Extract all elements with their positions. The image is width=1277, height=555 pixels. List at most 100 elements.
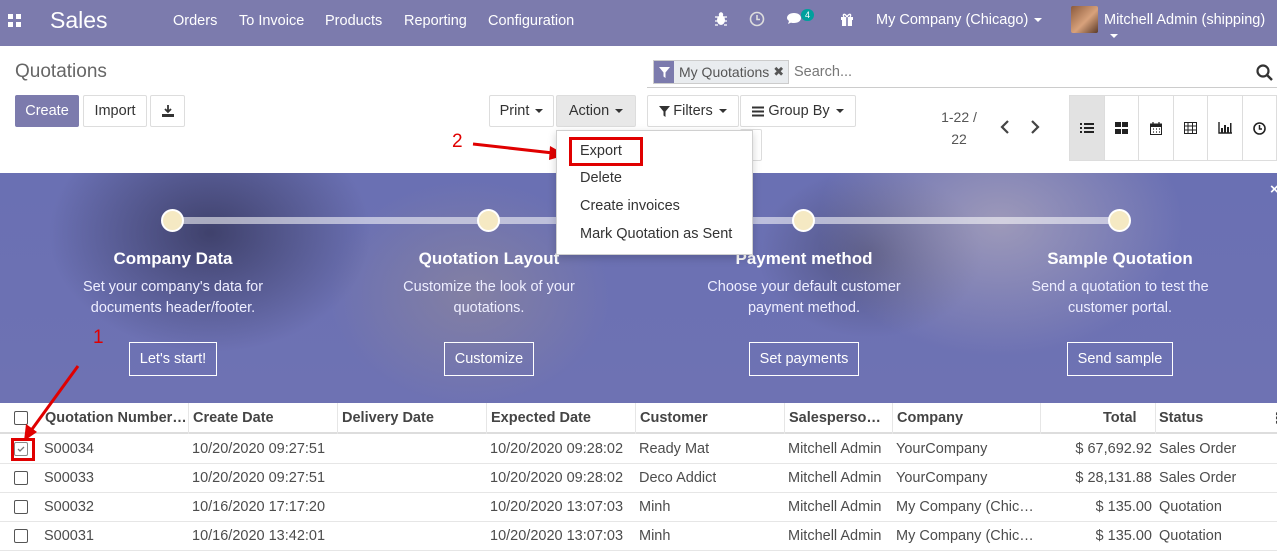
search-input[interactable]: Search... bbox=[794, 64, 852, 80]
action-label: Action bbox=[568, 103, 610, 119]
activity-view-icon[interactable] bbox=[1243, 96, 1277, 160]
pager-total: 22 bbox=[951, 131, 967, 147]
menu-configuration[interactable]: Configuration bbox=[488, 13, 574, 29]
group-by-button[interactable]: Group By bbox=[740, 95, 856, 127]
chevron-down-icon bbox=[718, 109, 727, 113]
send-sample-button[interactable]: Send sample bbox=[1066, 342, 1174, 376]
remove-facet-icon[interactable]: ✖ bbox=[773, 64, 788, 80]
cell-create-date: 10/20/2020 09:27:51 bbox=[192, 470, 326, 486]
app-brand[interactable]: Sales bbox=[50, 7, 108, 34]
table-row[interactable]: S00031 10/16/2020 13:42:01 10/20/2020 13:0… bbox=[0, 522, 1277, 551]
column-delivery-date[interactable]: Delivery Date bbox=[342, 410, 434, 426]
list-view-icon[interactable] bbox=[1070, 96, 1105, 160]
column-expected-date[interactable]: Expected Date bbox=[491, 410, 591, 426]
cell-status: Quotation bbox=[1159, 528, 1222, 544]
chevron-down-icon bbox=[615, 109, 624, 113]
download-icon bbox=[161, 105, 174, 117]
menu-products[interactable]: Products bbox=[325, 13, 382, 29]
cell-company: My Company (Chic… bbox=[896, 528, 1034, 544]
step-description: documents header/footer. bbox=[90, 300, 256, 316]
cell-quotation-number: S00031 bbox=[44, 528, 94, 544]
column-create-date[interactable]: Create Date bbox=[193, 410, 274, 426]
action-button[interactable]: Action bbox=[556, 95, 636, 127]
step-dot bbox=[1108, 209, 1131, 232]
select-all-checkbox[interactable] bbox=[14, 411, 28, 425]
import-button[interactable]: Import bbox=[83, 95, 147, 127]
cell-quotation-number: S00034 bbox=[44, 441, 94, 457]
cell-company: YourCompany bbox=[896, 441, 988, 457]
menu-item-create-invoices[interactable]: Create invoices bbox=[580, 198, 680, 214]
user-name: Mitchell Admin (shipping) bbox=[1104, 12, 1266, 28]
user-menu[interactable]: Mitchell Admin (shipping) bbox=[1104, 12, 1277, 44]
column-company[interactable]: Company bbox=[897, 410, 963, 426]
pivot-view-icon[interactable] bbox=[1174, 96, 1208, 160]
menu-reporting[interactable]: Reporting bbox=[404, 13, 467, 29]
filter-icon bbox=[659, 105, 671, 117]
cell-expected-date: 10/20/2020 13:07:03 bbox=[490, 499, 624, 515]
facet-label: My Quotations bbox=[679, 64, 770, 80]
customize-button[interactable]: Customize bbox=[443, 342, 535, 376]
cell-total: $ 135.00 bbox=[1095, 528, 1152, 544]
cell-quotation-number: S00033 bbox=[44, 470, 94, 486]
gift-icon[interactable] bbox=[839, 11, 855, 31]
download-button[interactable] bbox=[150, 95, 185, 127]
onboarding-step-layout: Quotation Layout Customize the look of y… bbox=[364, 249, 614, 376]
column-total[interactable]: Total bbox=[1103, 410, 1137, 426]
print-label: Print bbox=[499, 103, 530, 119]
company-switcher[interactable]: My Company (Chicago) bbox=[876, 12, 1043, 28]
previous-page-icon[interactable] bbox=[1000, 120, 1010, 134]
lets-start-button[interactable]: Let's start! bbox=[128, 342, 218, 376]
column-salesperson[interactable]: Salesperso… bbox=[789, 410, 885, 426]
step-description: payment method. bbox=[747, 300, 861, 316]
table-header: Quotation Number… Create Date Delivery D… bbox=[0, 403, 1277, 434]
column-customer[interactable]: Customer bbox=[640, 410, 708, 426]
menu-orders[interactable]: Orders bbox=[173, 13, 217, 29]
cell-total: $ 135.00 bbox=[1095, 499, 1152, 515]
company-name: My Company (Chicago) bbox=[876, 12, 1029, 28]
activity-clock-icon[interactable] bbox=[749, 11, 765, 31]
row-checkbox[interactable] bbox=[14, 500, 28, 514]
top-navbar: Sales Orders To Invoice Products Reporti… bbox=[0, 0, 1277, 46]
search-icon[interactable] bbox=[1256, 64, 1273, 81]
print-button[interactable]: Print bbox=[489, 95, 554, 127]
close-icon[interactable]: × bbox=[1270, 181, 1277, 198]
cell-create-date: 10/16/2020 13:42:01 bbox=[192, 528, 326, 544]
create-button[interactable]: Create bbox=[15, 95, 79, 127]
set-payments-button[interactable]: Set payments bbox=[748, 342, 860, 376]
optional-columns-icon[interactable]: ⋮ bbox=[1270, 411, 1277, 427]
table-row[interactable]: S00033 10/20/2020 09:27:51 10/20/2020 09:2… bbox=[0, 464, 1277, 493]
table-row[interactable]: S00034 10/20/2020 09:27:51 10/20/2020 09:2… bbox=[0, 435, 1277, 464]
cell-salesperson: Mitchell Admin bbox=[788, 528, 882, 544]
column-status[interactable]: Status bbox=[1159, 410, 1203, 426]
cell-total: $ 28,131.88 bbox=[1075, 470, 1152, 486]
step-dot bbox=[792, 209, 815, 232]
cell-status: Quotation bbox=[1159, 499, 1222, 515]
calendar-view-icon[interactable] bbox=[1139, 96, 1174, 160]
cell-company: My Company (Chic… bbox=[896, 499, 1034, 515]
cell-customer: Minh bbox=[639, 528, 671, 544]
menu-item-mark-sent[interactable]: Mark Quotation as Sent bbox=[580, 226, 732, 242]
page-title: Quotations bbox=[15, 61, 107, 82]
row-checkbox[interactable] bbox=[14, 471, 28, 485]
filters-button[interactable]: Filters bbox=[647, 95, 739, 127]
user-avatar[interactable] bbox=[1071, 6, 1098, 33]
kanban-view-icon[interactable] bbox=[1105, 96, 1139, 160]
cell-status: Sales Order bbox=[1159, 441, 1237, 457]
apps-menu-icon[interactable] bbox=[8, 14, 22, 28]
onboarding-step-payment: Payment method Choose your default custo… bbox=[679, 249, 929, 376]
menu-to-invoice[interactable]: To Invoice bbox=[239, 13, 304, 29]
cell-expected-date: 10/20/2020 09:28:02 bbox=[490, 470, 624, 486]
next-page-icon[interactable] bbox=[1030, 120, 1040, 134]
menu-item-delete[interactable]: Delete bbox=[580, 170, 622, 186]
step-description: customer portal. bbox=[1068, 300, 1172, 316]
bug-icon[interactable] bbox=[714, 11, 728, 31]
column-quotation-number[interactable]: Quotation Number… bbox=[45, 410, 185, 426]
search-bar[interactable]: My Quotations ✖ Search... bbox=[647, 57, 1277, 88]
row-checkbox[interactable] bbox=[14, 529, 28, 543]
annotation-number: 1 bbox=[93, 327, 104, 348]
onboarding-step-company: Company Data Set your company's data for… bbox=[48, 249, 298, 376]
annotation-number: 2 bbox=[452, 131, 463, 152]
table-row[interactable]: S00032 10/16/2020 17:17:20 10/20/2020 13:0… bbox=[0, 493, 1277, 522]
step-dot bbox=[161, 209, 184, 232]
graph-view-icon[interactable] bbox=[1208, 96, 1243, 160]
